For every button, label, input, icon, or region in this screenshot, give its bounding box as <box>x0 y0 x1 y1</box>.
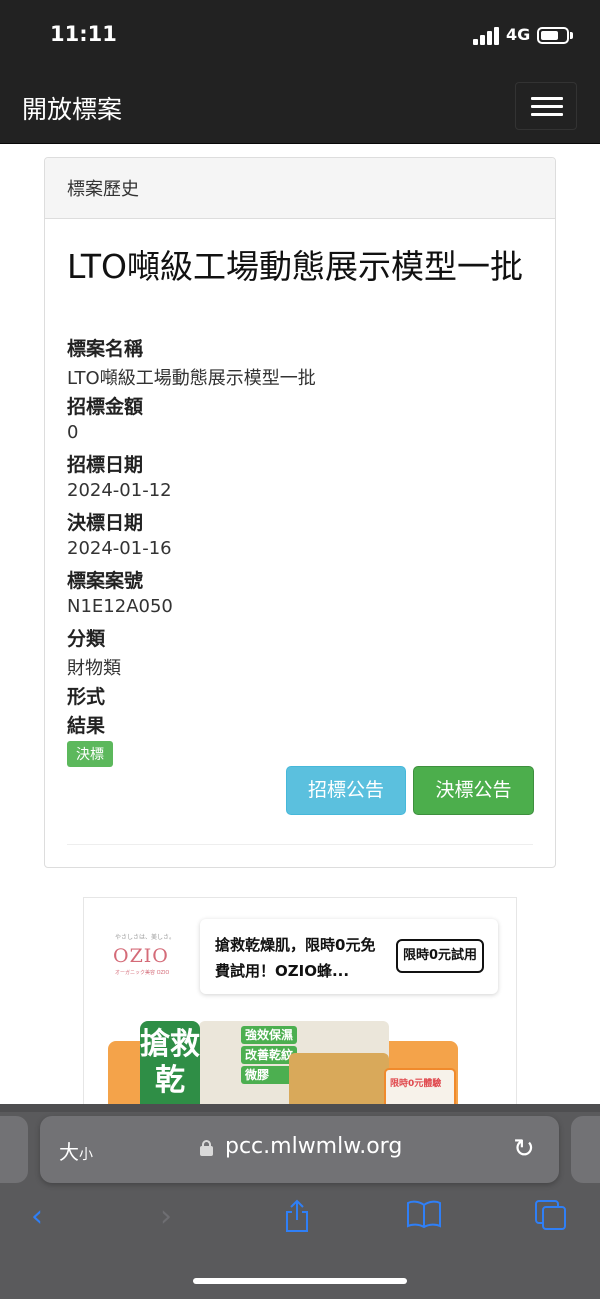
ad-promo-card-text: 限時0元體驗 <box>390 1079 442 1089</box>
ad-cta-button[interactable]: 限時0元試用 <box>396 939 484 973</box>
field-label-name: 標案名稱 <box>67 338 144 360</box>
next-tab-preview[interactable] <box>571 1116 600 1183</box>
status-bar: 11:11 4G <box>0 0 600 70</box>
tabs-icon[interactable] <box>534 1199 568 1231</box>
menu-toggle-button[interactable] <box>515 82 577 130</box>
field-label-amount: 招標金額 <box>67 396 144 418</box>
ad-logo-tagline: やさしさは、美しさ。 <box>115 934 176 941</box>
field-value-award-date: 2024-01-16 <box>67 538 172 559</box>
battery-icon <box>537 27 569 44</box>
field-label-case-number: 標案案號 <box>67 570 144 592</box>
ozio-logo: OZIO <box>113 945 169 967</box>
signal-icon <box>473 27 501 45</box>
battery-tip <box>570 32 573 39</box>
ad-headline[interactable]: 搶救乾燥肌，限時0元免費試用！OZIO蜂... <box>215 932 385 984</box>
field-label-award-date: 決標日期 <box>67 512 144 534</box>
field-label-category: 分類 <box>67 628 106 650</box>
ad-chip: 強效保濕 <box>241 1026 298 1044</box>
award-notice-button[interactable]: 決標公告 <box>413 766 534 815</box>
brand-title[interactable]: 開放標案 <box>22 90 122 126</box>
ad-card[interactable]: 搶救乾燥肌，限時0元免費試用！OZIO蜂... 限時0元試用 <box>200 919 498 994</box>
field-value-case-number: N1E12A050 <box>67 596 173 617</box>
top-navbar: 開放標案 <box>0 70 600 144</box>
url-text[interactable]: pcc.mlwmlw.org <box>225 1134 402 1159</box>
result-badge: 決標 <box>67 741 113 767</box>
tender-title: LTO噸級工場動態展示模型一批 <box>67 247 523 286</box>
field-label-form: 形式 <box>67 686 106 708</box>
tender-panel: 標案歷史 LTO噸級工場動態展示模型一批 標案名稱 LTO噸級工場動態展示模型一… <box>44 157 556 868</box>
forward-icon[interactable]: › <box>160 1199 172 1234</box>
share-icon[interactable] <box>283 1199 311 1233</box>
text-size-button[interactable]: 大小 <box>59 1136 93 1165</box>
lock-icon <box>200 1140 213 1156</box>
divider <box>67 844 533 845</box>
hamburger-icon <box>531 97 563 100</box>
address-bar[interactable]: 大小 pcc.mlwmlw.org ↻ <box>40 1116 559 1183</box>
field-label-result: 結果 <box>67 715 106 737</box>
browser-toolbar: 大小 pcc.mlwmlw.org ↻ ‹ › <box>0 1104 600 1299</box>
back-icon[interactable]: ‹ <box>31 1199 43 1234</box>
field-label-tender-date: 招標日期 <box>67 454 144 476</box>
bookmarks-icon[interactable] <box>406 1199 442 1229</box>
previous-tab-preview[interactable] <box>0 1116 28 1183</box>
field-value-tender-date: 2024-01-12 <box>67 480 172 501</box>
network-type: 4G <box>506 25 531 44</box>
home-indicator <box>193 1278 407 1284</box>
field-value-amount: 0 <box>67 422 79 443</box>
tender-notice-button[interactable]: 招標公告 <box>286 766 406 815</box>
panel-heading: 標案歷史 <box>45 158 555 219</box>
field-value-category: 財物類 <box>67 658 121 679</box>
field-value-name: LTO噸級工場動態展示模型一批 <box>67 368 316 389</box>
status-time: 11:11 <box>50 22 117 46</box>
reload-icon[interactable]: ↻ <box>513 1134 535 1164</box>
ad-logo-sub: オーガニック美容 OZIO <box>115 970 170 976</box>
